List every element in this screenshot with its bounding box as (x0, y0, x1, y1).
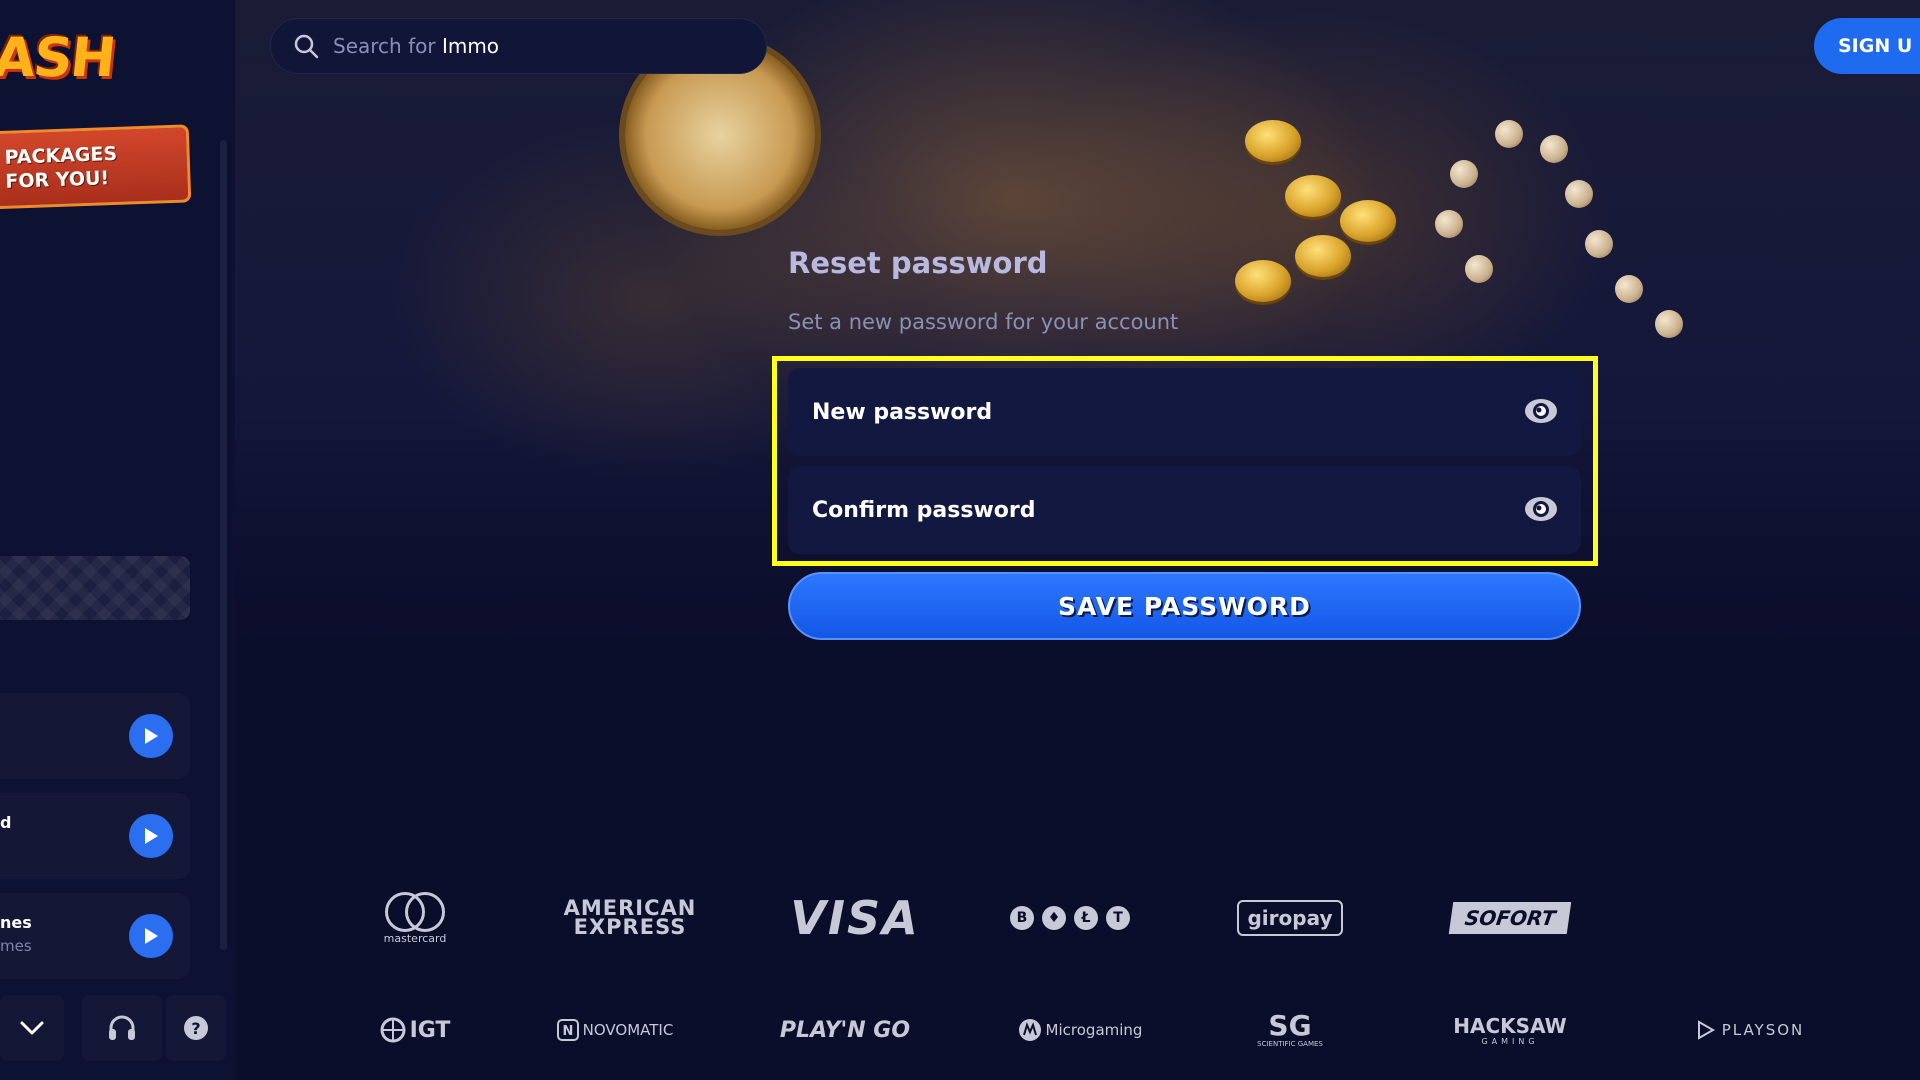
pearl-illustration (1450, 160, 1478, 188)
sign-up-button[interactable]: SIGN U (1814, 18, 1920, 74)
novomatic-icon: N (556, 1019, 579, 1041)
giropay-logo: giropay (1220, 888, 1360, 948)
search-term: Immo (441, 34, 500, 58)
sidebar-footer: ? (0, 995, 235, 1065)
svg-text:N: N (562, 1024, 573, 1039)
coin-illustration (1235, 260, 1291, 302)
eye-icon[interactable] (1523, 396, 1559, 426)
coin-illustration (1340, 200, 1396, 242)
page-title: Reset password (788, 246, 1048, 280)
chevron-down-icon (20, 1021, 44, 1035)
game-card-name: d (0, 813, 12, 832)
expand-button[interactable] (0, 995, 64, 1061)
mastercard-icon (385, 891, 445, 932)
pearl-illustration (1585, 230, 1613, 258)
coin-illustration (1245, 120, 1301, 162)
new-password-field[interactable] (788, 368, 1581, 456)
support-button[interactable] (82, 995, 162, 1061)
microgaming-icon (1018, 1019, 1041, 1041)
crypto-logos: B ♦ Ł T (1000, 888, 1140, 948)
help-button[interactable]: ? (166, 995, 226, 1061)
sofort-text: SOFORT (1448, 902, 1572, 934)
pearl-illustration (1495, 120, 1523, 148)
scientific-games-logo: SG SCIENTIFIC GAMES (1230, 1000, 1350, 1060)
play-button[interactable] (129, 714, 173, 758)
promo-banner[interactable]: PACKAGES FOR YOU! (0, 124, 192, 210)
tether-icon: T (1106, 906, 1130, 930)
igt-logo: IGT (355, 1000, 475, 1060)
confirm-password-input[interactable] (812, 497, 1462, 523)
hacksaw-logo: HACKSAW GAMING (1450, 1000, 1570, 1060)
svg-text:?: ? (191, 1019, 200, 1038)
novomatic-logo: N NOVOMATIC (545, 1000, 685, 1060)
hacksaw-text: HACKSAW (1453, 1013, 1567, 1038)
payment-methods: mastercard AMERICAN EXPRESS VISA B ♦ Ł T… (300, 888, 1920, 948)
page-subtitle: Set a new password for your account (788, 310, 1179, 334)
search-placeholder: Search for Immo (333, 34, 499, 58)
pearl-illustration (1655, 310, 1683, 338)
brand-logo[interactable]: ASH (0, 26, 117, 89)
headset-icon (109, 1015, 135, 1040)
search-icon (294, 34, 319, 59)
ethereum-icon: ♦ (1042, 906, 1066, 930)
hacksaw-caption: GAMING (1481, 1036, 1539, 1046)
microgaming-text: Microgaming (1045, 1021, 1143, 1039)
game-providers: IGT N NOVOMATIC PLAY'N GO Microgaming SG… (300, 1000, 1920, 1060)
play-icon (145, 728, 158, 744)
pearl-illustration (1435, 210, 1463, 238)
promo-banner-text: PACKAGES FOR YOU! (4, 142, 118, 193)
pearl-illustration (1540, 135, 1568, 163)
game-card[interactable] (0, 693, 190, 779)
coin-illustration (1295, 235, 1351, 277)
igt-icon (380, 1017, 406, 1043)
sg-text: SG (1268, 1009, 1312, 1042)
bitcoin-icon: B (1010, 906, 1034, 930)
microgaming-logo: Microgaming (1010, 1000, 1150, 1060)
search-prefix: Search for (333, 34, 436, 58)
new-password-input[interactable] (812, 399, 1462, 425)
giropay-text: giropay (1237, 900, 1343, 936)
playson-text: PLAYSON (1721, 1021, 1805, 1039)
search-bar[interactable]: Search for Immo (270, 18, 767, 74)
game-card-name: nes (0, 913, 32, 932)
play-button[interactable] (129, 814, 173, 858)
help-icon: ? (184, 1016, 208, 1040)
igt-text: IGT (409, 1017, 451, 1043)
eye-icon[interactable] (1523, 494, 1559, 524)
sidebar-scrollbar[interactable] (220, 140, 227, 950)
novomatic-text: NOVOMATIC (582, 1021, 674, 1039)
sidebar: ASH PACKAGES FOR YOU! d nes mes ? (0, 0, 235, 1080)
mastercard-caption: mastercard (383, 931, 447, 945)
sofort-logo: SOFORT (1440, 888, 1580, 948)
playson-icon (1697, 1020, 1715, 1040)
playngo-logo: PLAY'N GO (779, 1017, 911, 1043)
play-icon (145, 828, 158, 844)
pearl-illustration (1465, 255, 1493, 283)
mastercard-logo: mastercard (360, 888, 470, 948)
amex-logo: AMERICAN EXPRESS (563, 896, 697, 939)
game-card-sub: mes (0, 937, 32, 955)
sg-caption: SCIENTIFIC GAMES (1257, 1040, 1323, 1048)
visa-logo: VISA (790, 891, 920, 945)
save-password-button[interactable]: SAVE PASSWORD (788, 572, 1581, 640)
game-card[interactable]: d (0, 793, 190, 879)
pearl-illustration (1565, 180, 1593, 208)
play-icon (145, 928, 158, 944)
coin-illustration (1285, 175, 1341, 217)
confirm-password-field[interactable] (788, 466, 1581, 554)
playson-logo: PLAYSON (1680, 1000, 1820, 1060)
litecoin-icon: Ł (1074, 906, 1098, 930)
game-card[interactable]: nes mes (0, 893, 190, 979)
sidebar-pattern-banner[interactable] (0, 556, 190, 620)
pearl-illustration (1615, 275, 1643, 303)
play-button[interactable] (129, 914, 173, 958)
